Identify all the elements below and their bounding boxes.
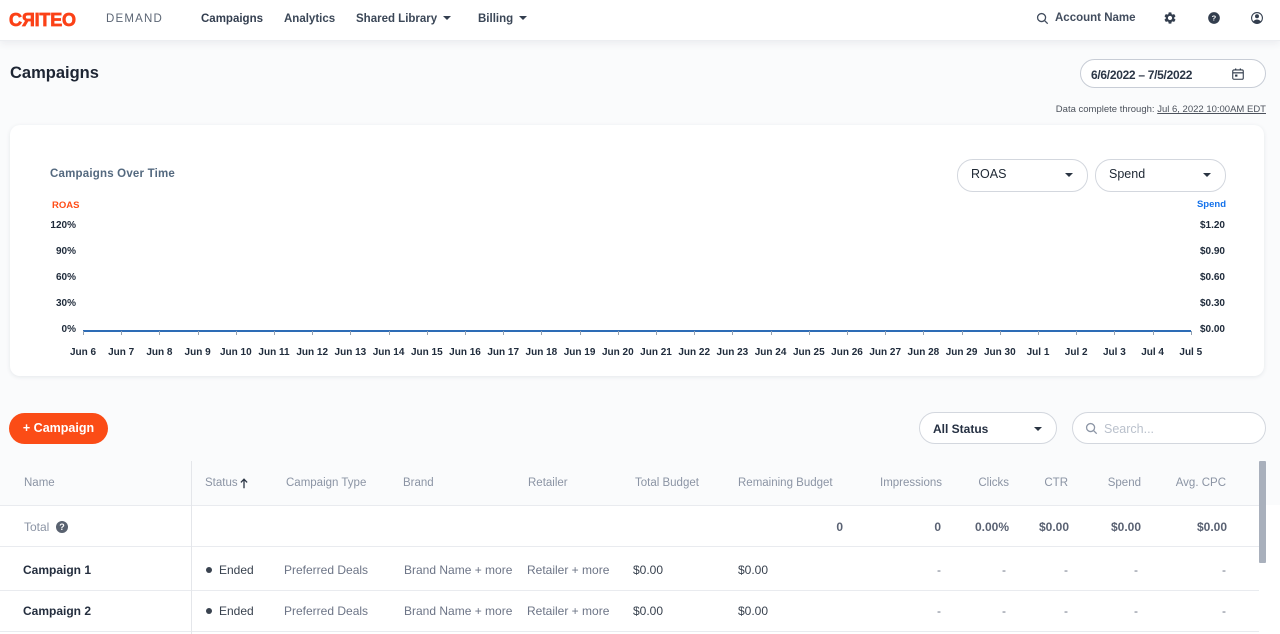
svg-text:?: ? <box>1212 14 1217 23</box>
